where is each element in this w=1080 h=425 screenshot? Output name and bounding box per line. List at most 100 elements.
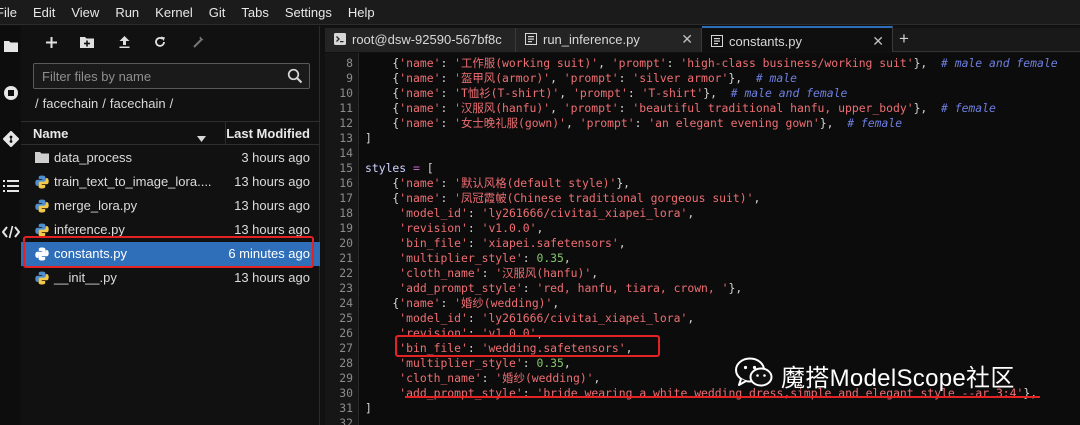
line-number: 22 [339,266,353,280]
code-line: 11 {'name': '汉服风(hanfu)', 'prompt': 'bea… [325,101,1080,116]
python-icon [35,247,49,261]
file-list-header: Name Last Modified [21,121,320,145]
menu-run[interactable]: Run [107,5,147,20]
code-token: , [591,266,599,280]
code-token: }, [913,56,941,70]
close-icon[interactable]: ✕ [681,31,693,48]
breadcrumb-root[interactable]: / [35,96,39,111]
code-token: , [598,56,612,70]
code-token: '工作服(working suit)' [454,56,599,70]
file-row[interactable]: train_text_to_image_lora.... 13 hours ago [21,170,320,194]
line-number: 13 [339,131,353,145]
menu-git[interactable]: Git [201,5,234,20]
file-row[interactable]: __init__.py 13 hours ago [21,266,320,290]
code-token: , [559,86,573,100]
git-icon[interactable] [0,127,21,151]
code-token: }, [616,176,631,190]
upload-icon[interactable] [113,32,135,52]
code-token: : [440,71,455,85]
code-line: 16 {'name': '默认风格(default style)'}, [325,176,1080,191]
line-number: 19 [339,221,353,235]
menu-settings[interactable]: Settings [277,5,340,20]
refresh-icon[interactable] [149,32,171,52]
code-token: { [365,71,400,85]
code-token: : [440,116,455,130]
add-tab-button[interactable]: + [893,28,915,52]
file-name: constants.py [54,246,127,261]
code-token: 'revision' [399,221,468,235]
code-line: 21 'multiplier_style': 0.35, [325,251,1080,266]
tab-constants[interactable]: constants.py ✕ [702,26,893,52]
code-token: 'name' [399,101,441,115]
code-line: 14 [325,146,1080,161]
code-token: 'red, hanfu, tiara, crown, ' [536,281,729,295]
menu-bar: FileEditViewRunKernelGitTabsSettingsHelp [0,0,1080,25]
line-number: 28 [339,356,353,370]
file-row[interactable]: data_process 3 hours ago [21,146,320,170]
line-number: 26 [339,326,353,340]
code-token: : [467,236,482,250]
breadcrumb-part[interactable]: facechain [110,96,166,111]
column-header-name[interactable]: Name [33,126,68,141]
file-row[interactable]: inference.py 13 hours ago [21,218,320,242]
file-row[interactable]: constants.py 6 minutes ago [21,242,320,266]
code-token: : [522,356,537,370]
menu-kernel[interactable]: Kernel [147,5,201,20]
code-line: 23 'add_prompt_style': 'red, hanfu, tiar… [325,281,1080,296]
menu-edit[interactable]: Edit [25,5,63,20]
file-row[interactable]: merge_lora.py 13 hours ago [21,194,320,218]
code-token: }, [913,101,941,115]
menu-help[interactable]: Help [340,5,383,20]
code-token: , [753,191,761,205]
folder-icon[interactable] [0,34,21,58]
code-token: '盔甲风(armor)' [454,71,551,85]
filter-input[interactable] [34,64,284,88]
extension-icon[interactable] [0,220,21,244]
git-clone-icon[interactable] [187,32,209,52]
tab-label: constants.py [729,34,802,49]
column-header-last-modified[interactable]: Last Modified [226,126,310,141]
code-token: 'high-class business/working suit' [680,56,914,70]
code-token: : [467,221,482,235]
sort-caret-icon[interactable] [197,130,206,142]
code-text: 'revision': 'v1.0.0', [365,221,543,236]
code-line: 22 'cloth_name': '汉服风(hanfu)', [325,266,1080,281]
code-line: 15 styles = [ [325,161,1080,176]
code-token: # female [941,101,996,115]
code-token: '婚纱(wedding)' [454,296,553,310]
code-token: , [618,236,626,250]
tab-run-inference[interactable]: run_inference.py ✕ [516,28,702,52]
code-token: : [467,341,482,355]
toc-icon[interactable] [0,174,21,198]
running-icon[interactable] [0,81,21,105]
code-token: : [627,86,642,100]
menu-tabs[interactable]: Tabs [233,5,276,20]
new-folder-icon[interactable] [76,32,98,52]
line-number: 20 [339,236,353,250]
code-text: {'name': '女士晚礼服(gown)', 'prompt': 'an el… [365,116,902,131]
line-number: 31 [339,401,353,415]
new-launcher-icon[interactable] [40,32,62,52]
line-number: 30 [339,386,353,400]
code-token: : [618,71,633,85]
code-token: { [365,296,400,310]
menu-file[interactable]: File [0,5,25,20]
file-modified: 13 hours ago [234,222,310,237]
file-modified: 13 hours ago [234,270,310,285]
breadcrumb: / facechain / facechain / [35,96,173,111]
watermark-text: 魔搭ModelScope社区 [781,364,1015,392]
code-text: {'name': 'T恤衫(T-shirt)', 'prompt': 'T-sh… [365,86,847,101]
code-token: 'ly261666/civitai_xiapei_lora' [481,206,688,220]
search-icon[interactable] [287,68,303,84]
code-text: styles = [ [365,161,434,176]
code-token: '汉服风(hanfu)' [495,266,592,280]
code-token: 'v1.0.0' [481,326,537,340]
code-token: [ [419,161,434,175]
menu-view[interactable]: View [63,5,107,20]
breadcrumb-part[interactable]: facechain [43,96,99,111]
close-icon[interactable]: ✕ [872,33,884,50]
filter-box [33,63,310,89]
tab-terminal[interactable]: root@dsw-92590-567bf8c [325,28,516,52]
